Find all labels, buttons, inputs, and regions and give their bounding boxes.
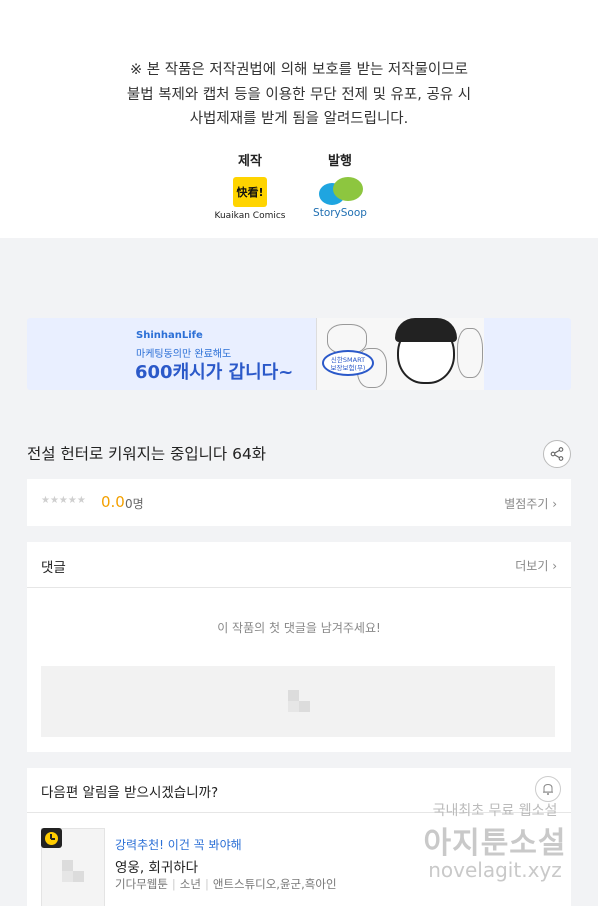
notify-question: 다음편 알림을 받으시겠습니까? xyxy=(41,785,219,801)
copyright-line-1: ※ 본 작품은 저작권법에 의해 보호를 받는 저작물이므로 xyxy=(130,62,468,78)
notify-header: 다음편 알림을 받으시겠습니까? xyxy=(27,768,571,813)
banner-badge: 신한SMART 보장보험(무) xyxy=(322,350,374,376)
share-button[interactable] xyxy=(543,440,571,468)
copyright-line-2: 불법 복제와 캡처 등을 이용한 무단 전제 및 유포, 공유 시 xyxy=(126,86,472,103)
credit-publisher: 발행 StorySoop xyxy=(300,150,380,219)
comment-section: 댓글 더보기 › 이 작품의 첫 댓글을 남겨주세요! xyxy=(27,542,571,752)
recommend-genre: 기다무웹툰 xyxy=(115,877,168,891)
copyright-notice-area: ※ 본 작품은 저작권법에 의해 보호를 받는 저작물이므로 불법 복제와 캡처… xyxy=(0,0,598,238)
bell-icon xyxy=(543,783,553,795)
credit-maker: 제작 快看! Kuaikan Comics xyxy=(210,150,290,221)
episode-title: 전설 헌터로 키워지는 중입니다 64화 xyxy=(27,445,267,463)
recommend-meta: 기다무웹툰 | 소년 | 앤트스튜디오,윤군,흑아인 xyxy=(115,877,337,891)
copyright-line-3: 사법제재를 받게 됨을 알려드립니다. xyxy=(189,111,409,127)
ad-banner[interactable]: ShinhanLife 마케팅동의만 완료해도 600캐시가 갑니다~ 신한SM… xyxy=(27,318,571,390)
copyright-notice: ※ 본 작품은 저작권법에 의해 보호를 받는 저작물이므로 불법 복제와 캡처… xyxy=(0,58,598,132)
comment-more-button[interactable]: 더보기 › xyxy=(515,557,557,574)
maker-name: Kuaikan Comics xyxy=(214,211,286,221)
publisher-name: StorySoop xyxy=(313,207,367,219)
notify-section: 다음편 알림을 받으시겠습니까? 강력추천! 이건 꼭 봐야해 영웅, 회귀하다… xyxy=(27,768,571,906)
recommend-authors: 앤트스튜디오,윤군,흑아인 xyxy=(212,877,337,891)
banner-illustration: 신한SMART 보장보험(무) xyxy=(316,318,484,390)
placeholder-logo-icon xyxy=(62,860,84,882)
notify-bell-button[interactable] xyxy=(535,776,561,802)
rating-stars-icon: ★★★★★ xyxy=(41,495,86,506)
recommend-title[interactable]: 영웅, 회귀하다 xyxy=(115,856,198,876)
recommend-tag[interactable]: 강력추천! 이건 꼭 봐야해 xyxy=(115,836,242,853)
kuaikan-logo: 快看! xyxy=(233,177,267,207)
comment-empty-message: 이 작품의 첫 댓글을 남겨주세요! xyxy=(217,621,381,635)
rate-button[interactable]: 별점주기 › xyxy=(504,495,557,512)
banner-brand: ShinhanLife xyxy=(136,330,203,341)
publisher-label: 발행 xyxy=(328,154,352,169)
clock-icon xyxy=(45,831,58,845)
rating-count: 0명 xyxy=(125,497,144,511)
comment-input-area[interactable] xyxy=(41,666,555,737)
wait-free-badge xyxy=(41,828,62,848)
placeholder-logo-icon xyxy=(288,690,310,712)
banner-headline: 600캐시가 갑니다~ xyxy=(135,362,294,383)
recommend-category: 소년 xyxy=(179,877,201,891)
rating-box: ★★★★★ 0.0 0명 별점주기 › xyxy=(27,479,571,526)
rating-score: 0.0 xyxy=(101,493,125,511)
comment-header: 댓글 더보기 › xyxy=(27,542,571,588)
storysoop-logo-icon xyxy=(315,175,365,207)
comment-title: 댓글 xyxy=(41,560,66,576)
share-icon xyxy=(550,447,564,461)
maker-label: 제작 xyxy=(238,154,262,169)
